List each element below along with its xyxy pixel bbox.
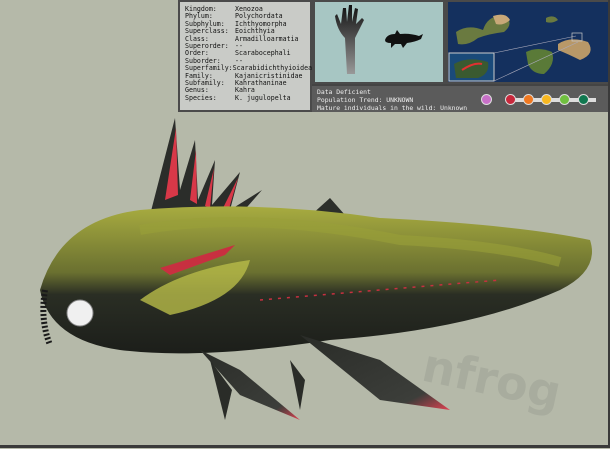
frame-border: [0, 0, 610, 448]
